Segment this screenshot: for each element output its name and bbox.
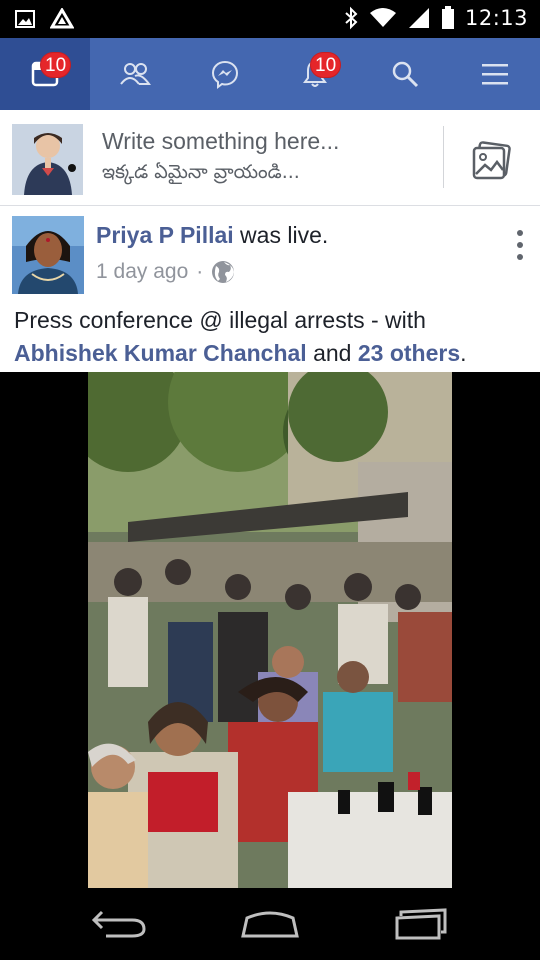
tab-notifications[interactable]: 10: [270, 38, 360, 110]
recent-apps-icon[interactable]: [387, 902, 457, 946]
news-feed-badge: 10: [40, 52, 72, 78]
video-player[interactable]: [0, 372, 540, 888]
system-navigation-bar: [0, 888, 540, 960]
tagged-person-link[interactable]: Abhishek Kumar Chanchal: [14, 340, 307, 366]
status-composer[interactable]: Write something here... ఇక్కడ ఏమైనా వ్రా…: [0, 110, 540, 206]
more-dot-icon: [517, 254, 523, 260]
bluetooth-icon: [345, 6, 358, 30]
drive-icon: [50, 8, 74, 29]
post-action: was live.: [233, 222, 329, 248]
hamburger-menu-icon: [482, 64, 508, 85]
signal-icon: [408, 8, 429, 28]
tab-menu[interactable]: [450, 38, 540, 110]
battery-icon: [441, 6, 454, 29]
tab-search[interactable]: [360, 38, 450, 110]
composer-divider: [443, 126, 444, 188]
top-nav-bar: 10 10: [0, 38, 540, 110]
wifi-icon: [369, 8, 396, 27]
messenger-icon: [211, 60, 239, 89]
tab-messenger[interactable]: [180, 38, 270, 110]
photo-icon[interactable]: [470, 138, 514, 182]
tab-news-feed[interactable]: 10: [0, 38, 90, 110]
home-icon[interactable]: [235, 902, 305, 946]
post-text: Press conference @ illegal arrests - wit…: [14, 304, 530, 370]
post-text-and: and: [306, 340, 358, 366]
globe-icon: [212, 261, 235, 283]
user-avatar[interactable]: [12, 124, 83, 195]
tagged-others-link[interactable]: 23 others: [358, 340, 460, 366]
post-time[interactable]: 1 day ago: [96, 260, 188, 284]
notifications-badge: 10: [310, 52, 342, 78]
post-header: Priya P Pillai was live.: [96, 222, 328, 249]
composer-placeholder[interactable]: Write something here... ఇక్కడ ఏమైనా వ్రా…: [102, 128, 339, 188]
search-icon: [392, 61, 419, 88]
meta-separator: ·: [196, 260, 204, 283]
feed-post: Priya P Pillai was live. 1 day ago · Pre…: [0, 206, 540, 372]
video-thumbnail[interactable]: [88, 372, 452, 888]
more-dot-icon: [517, 242, 523, 248]
composer-placeholder-telugu: ఇక్కడ ఏమైనా వ్రాయండి...: [102, 161, 300, 183]
author-name[interactable]: Priya P Pillai: [96, 222, 234, 248]
post-text-end: .: [460, 340, 467, 366]
back-icon[interactable]: [84, 902, 154, 946]
friends-icon: [120, 63, 151, 85]
post-meta: 1 day ago ·: [96, 260, 235, 284]
image-icon: [15, 10, 35, 28]
tab-friends[interactable]: [90, 38, 180, 110]
more-dot-icon: [517, 230, 523, 236]
post-text-body: Press conference @ illegal arrests - wit…: [14, 307, 426, 333]
status-time: 12:13: [464, 6, 528, 30]
post-options-button[interactable]: [514, 230, 526, 260]
status-bar: 12:13: [0, 0, 540, 38]
composer-placeholder-english: Write something here...: [102, 128, 340, 154]
author-avatar[interactable]: [12, 216, 84, 294]
